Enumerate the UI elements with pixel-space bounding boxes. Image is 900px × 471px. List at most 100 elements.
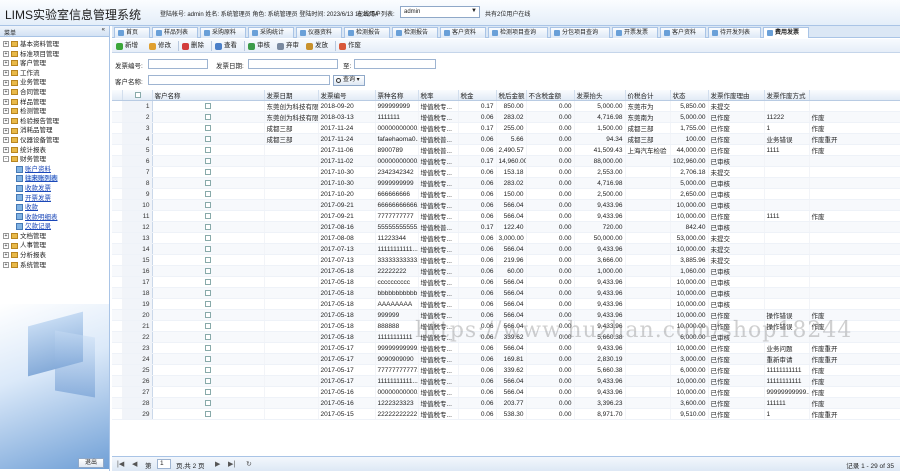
sidebar-item[interactable]: + 检验报告管理 [0,117,109,127]
table-row[interactable]: 25 2017-05-1777777777777...增值税专...0.06339… [112,364,900,376]
sidebar-item[interactable]: 收款发票 [0,184,109,194]
expand-icon[interactable]: + [3,89,9,96]
table-row[interactable]: 21 2017-05-18 888888 增值税专... 0.06 566.04 0.00 9… [112,320,900,332]
table-row[interactable]: 6 2017-11-0200000000000...增值税专...0.1714,9… [112,155,900,167]
sidebar-item[interactable]: + 统计报表 [0,146,109,156]
invoice-date-to-input[interactable] [354,59,436,69]
table-row[interactable]: 19 2017-05-18 AAAAAAAA 增值税专... 0.06 566.04 0.0… [112,298,900,310]
expand-icon[interactable]: + [3,242,9,249]
sidebar-item[interactable]: + 人事管理 [0,241,109,251]
column-header[interactable]: 发票抬头 [574,90,626,101]
expand-icon[interactable]: + [3,261,9,268]
next-page-icon[interactable]: ▶ [215,460,220,468]
tab[interactable]: 开票发票 [612,27,658,38]
expand-icon[interactable]: + [3,79,9,86]
row-checkbox[interactable] [205,146,211,153]
tab[interactable]: 检测报告 [392,27,438,38]
table-row[interactable]: 18 2017-05-18 bbbbbbbbbbb 增值税专... 0.06 566.04… [112,287,900,299]
sidebar-item[interactable]: + 客户管理 [0,59,109,69]
row-checkbox[interactable] [205,366,211,373]
expand-icon[interactable]: + [3,60,9,67]
table-row[interactable]: 22 2017-05-18 11111111111 增值税专... 0.06 339.62… [112,331,900,343]
table-row[interactable]: 8 2017-10-30 9999999999 增值税专... 0.06 283.02 0.… [112,177,900,189]
expand-icon[interactable]: + [3,50,9,57]
column-header[interactable]: 税率 [418,90,459,101]
row-checkbox[interactable] [205,278,211,285]
invoice-no-input[interactable] [148,59,208,69]
row-checkbox[interactable] [205,190,211,197]
row-checkbox[interactable] [205,234,211,241]
row-checkbox[interactable] [205,245,211,252]
row-checkbox[interactable] [205,267,211,274]
expand-icon[interactable]: + [3,233,9,240]
sidebar-item[interactable]: 欠款记录 [0,222,109,232]
table-row[interactable]: 27 2017-05-1600000000000...增值税专...0.06566… [112,386,900,398]
sidebar-item[interactable]: + 检测管理 [0,107,109,117]
row-checkbox[interactable] [205,344,211,351]
row-checkbox[interactable] [205,201,211,208]
tab[interactable]: 采购原料 [200,27,246,38]
sidebar-item[interactable]: + 仪器设备管理 [0,136,109,146]
column-header[interactable] [122,90,153,101]
sidebar-item[interactable]: + 标准项目管理 [0,50,109,60]
table-row[interactable]: 10 2017-09-2166666666666...增值税专...0.06566… [112,199,900,211]
page-input[interactable]: 1 [157,459,171,469]
row-checkbox[interactable] [205,102,211,109]
row-checkbox[interactable] [205,388,211,395]
collapse-icon[interactable]: « [102,27,105,33]
column-header[interactable]: 状态 [670,90,709,101]
column-header[interactable]: 发票作废理由 [708,90,765,101]
table-row[interactable]: 29 2017-05-15 22222222222 增值税专... 0.06 538.30… [112,408,900,420]
column-header[interactable]: 价税合计 [625,90,671,101]
tab[interactable]: 检测项目查询 [488,27,548,38]
row-checkbox[interactable] [205,157,211,164]
prev-page-icon[interactable]: ◀ [132,460,137,468]
add-button[interactable]: 新增 [116,41,138,51]
row-checkbox[interactable] [205,212,211,219]
refresh-icon[interactable]: ↻ [246,460,252,468]
row-checkbox[interactable] [205,124,211,131]
sidebar-item[interactable]: 收款 [0,203,109,213]
tab[interactable]: 客户资料 [660,27,706,38]
row-checkbox[interactable] [205,311,211,318]
column-header[interactable]: 不含税金额 [526,90,575,101]
column-header[interactable]: 发票编号 [318,90,376,101]
table-row[interactable]: 15 2017-07-1333333333333...增值税专...0.06219… [112,254,900,266]
tab[interactable]: 费用发票 [763,27,809,38]
table-row[interactable]: 4 成都三部 2017-11-24 fafaehaoma0... 增值税普... 0.06… [112,133,900,145]
sidebar-item[interactable]: 开票发票 [0,194,109,204]
tab[interactable]: 采购统计 [248,27,294,38]
table-row[interactable]: 28 2017-05-16 1222323323 增值税专... 0.06 203.77 0… [112,397,900,409]
first-page-icon[interactable]: |◀ [117,460,124,468]
row-checkbox[interactable] [205,300,211,307]
sidebar-item[interactable]: + 样品管理 [0,98,109,108]
row-checkbox[interactable] [205,179,211,186]
sidebar-item[interactable]: + 基本资料管理 [0,40,109,50]
collapse-node-icon[interactable]: - [3,156,9,163]
row-checkbox[interactable] [205,377,211,384]
row-checkbox[interactable] [205,322,211,329]
table-row[interactable]: 11 2017-09-21 7777777777 增值税专... 0.06 566.04 0… [112,210,900,222]
expand-icon[interactable]: + [3,127,9,134]
issue-button[interactable]: 发放 [306,41,328,51]
sidebar-item[interactable]: + 分析报表 [0,251,109,261]
row-checkbox[interactable] [205,168,211,175]
view-button[interactable]: 查看 [215,41,237,51]
column-header[interactable] [112,90,123,101]
reaudit-button[interactable]: 弃审 [277,41,299,51]
expand-icon[interactable]: + [3,108,9,115]
column-header[interactable]: 客户名称 [152,90,265,101]
online-user-select[interactable]: admin ▼ [400,6,480,18]
table-row[interactable]: 23 2017-05-1799999999999...增值税专...0.06566… [112,342,900,354]
select-all-checkbox[interactable] [135,91,141,98]
audit-button[interactable]: 审核 [248,41,270,51]
sidebar-item[interactable]: 账户资料 [0,165,109,175]
table-row[interactable]: 16 2017-05-18 22222222 增值税专... 0.06 60.00 0.00… [112,265,900,277]
expand-icon[interactable]: + [3,98,9,105]
table-row[interactable]: 20 2017-05-18 999999 增值税专... 0.06 566.04 0.00 9… [112,309,900,321]
expand-icon[interactable]: + [3,252,9,259]
void-button[interactable]: 作废 [339,41,361,51]
row-checkbox[interactable] [205,333,211,340]
delete-button[interactable]: 删除 [182,41,204,51]
column-header[interactable]: 税后金额 [496,90,527,101]
